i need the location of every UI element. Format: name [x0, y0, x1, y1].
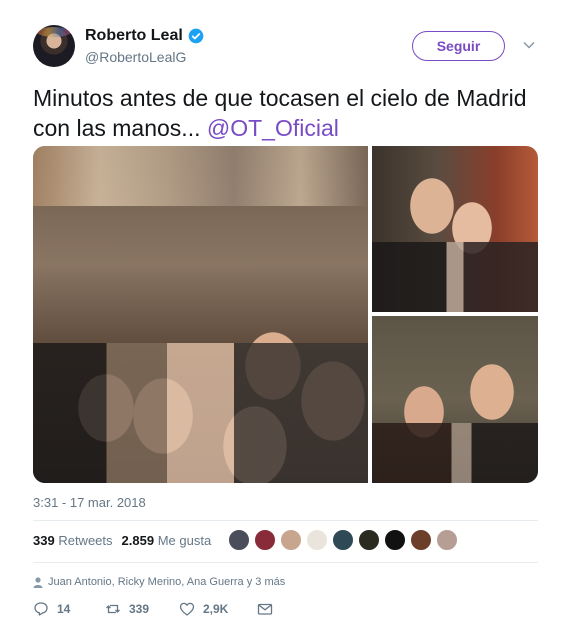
- timestamp[interactable]: 3:31 - 17 mar. 2018: [33, 495, 146, 510]
- user-handle[interactable]: @RobertoLealG: [85, 49, 186, 65]
- retweets-label: Retweets: [58, 533, 113, 548]
- liked-by: Juan Antonio, Ricky Merino, Ana Guerra y…: [33, 576, 285, 588]
- liker-avatars: [228, 529, 458, 551]
- mention-link[interactable]: @OT_Oficial: [207, 115, 339, 141]
- retweet-action[interactable]: 339: [105, 601, 179, 617]
- liker-avatar[interactable]: [254, 529, 276, 551]
- photo-couple-top[interactable]: [372, 146, 538, 312]
- liked-by-text[interactable]: Juan Antonio, Ricky Merino, Ana Guerra y…: [48, 576, 285, 588]
- media-grid: [33, 146, 538, 483]
- verified-badge-icon: [188, 28, 204, 44]
- tweet-card: Roberto Leal @RobertoLealG Seguir Minuto…: [0, 0, 569, 631]
- liker-avatar[interactable]: [280, 529, 302, 551]
- retweets-count: 339: [33, 533, 55, 548]
- likes-label: Me gusta: [157, 533, 212, 548]
- follow-button[interactable]: Seguir: [412, 31, 505, 61]
- message-action[interactable]: [257, 601, 273, 617]
- liker-avatar[interactable]: [228, 529, 250, 551]
- retweet-icon: [106, 604, 120, 614]
- person-icon: [33, 576, 43, 588]
- liker-avatar[interactable]: [332, 529, 354, 551]
- divider: [33, 562, 538, 563]
- heart-icon: [179, 602, 195, 616]
- liker-avatar[interactable]: [358, 529, 380, 551]
- liker-avatar[interactable]: [306, 529, 328, 551]
- action-bar: 14 339 2,9K: [33, 601, 273, 617]
- like-count: 2,9K: [203, 602, 229, 616]
- liker-avatar[interactable]: [384, 529, 406, 551]
- liker-avatar[interactable]: [436, 529, 458, 551]
- display-name[interactable]: Roberto Leal: [85, 27, 183, 45]
- retweet-count: 339: [129, 602, 150, 616]
- photo-couple-bottom[interactable]: [372, 316, 538, 483]
- engagement-stats: 339 Retweets 2.859 Me gusta: [33, 533, 211, 548]
- likes-count: 2.859: [121, 533, 155, 548]
- chevron-down-icon[interactable]: [522, 38, 536, 52]
- retweets-stat[interactable]: 339 Retweets: [33, 533, 113, 548]
- liker-avatar[interactable]: [410, 529, 432, 551]
- reply-count: 14: [57, 602, 71, 616]
- divider: [33, 520, 538, 521]
- likes-stat[interactable]: 2.859 Me gusta: [122, 533, 212, 548]
- envelope-icon: [257, 603, 273, 615]
- avatar[interactable]: [33, 25, 75, 67]
- tweet-text: Minutos antes de que tocasen el cielo de…: [33, 83, 543, 143]
- reply-action[interactable]: 14: [33, 601, 105, 617]
- photo-group-selfie[interactable]: [33, 146, 368, 483]
- like-action[interactable]: 2,9K: [179, 601, 257, 617]
- reply-icon: [34, 602, 48, 616]
